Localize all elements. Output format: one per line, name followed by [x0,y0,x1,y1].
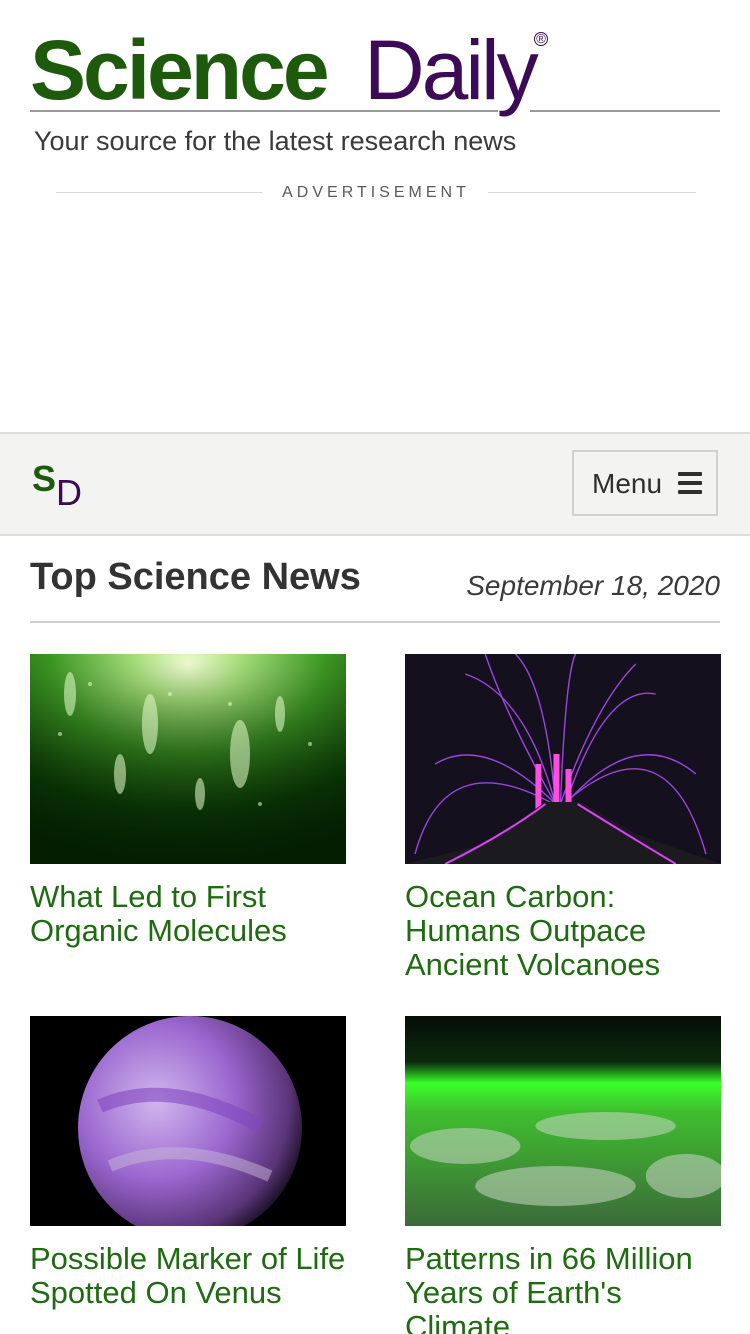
advertisement-label: ADVERTISEMENT [282,184,470,201]
registered-mark: ® [534,32,548,46]
article-image-volcano[interactable] [405,654,721,864]
menu-label: Menu [592,468,663,499]
advertisement-header: ADVERTISEMENT [56,182,696,202]
advertisement-slot [0,210,750,432]
ad-divider-right [488,192,696,193]
article-title-link[interactable]: Possible Marker of Life Spotted On Venus [30,1242,346,1310]
site-tagline: Your source for the latest research news [34,126,517,156]
article-card: Possible Marker of Life Spotted On Venus [30,1016,346,1310]
article-card: Patterns in 66 Million Years of Earth's … [405,1016,721,1334]
article-title-link[interactable]: Ocean Carbon: Humans Outpace Ancient Vol… [405,880,720,982]
article-image-underwater[interactable] [30,654,346,864]
section-date: September 18, 2020 [466,570,720,601]
logo-underline-right [530,110,720,112]
site-logo[interactable]: Science Daily ® [30,28,720,114]
sd-logo-s: S [32,458,57,499]
hamburger-icon [678,472,702,494]
section-divider [30,621,720,623]
sd-logo-d: D [56,472,82,513]
article-card: Ocean Carbon: Humans Outpace Ancient Vol… [405,654,721,982]
sd-home-logo[interactable]: S D [32,458,92,513]
article-image-venus[interactable] [30,1016,346,1226]
section-title: Top Science News [30,556,361,598]
article-card: What Led to First Organic Molecules [30,654,346,948]
logo-underline-left [30,110,498,112]
logo-daily-text: Daily [364,23,539,117]
logo-science-text: Science [30,23,330,117]
menu-button[interactable]: Menu [572,450,718,516]
article-image-earth[interactable] [405,1016,721,1226]
article-title-link[interactable]: What Led to First Organic Molecules [30,880,346,948]
navbar: S D Menu [0,432,750,536]
article-title-link[interactable]: Patterns in 66 Million Years of Earth's … [405,1242,720,1334]
